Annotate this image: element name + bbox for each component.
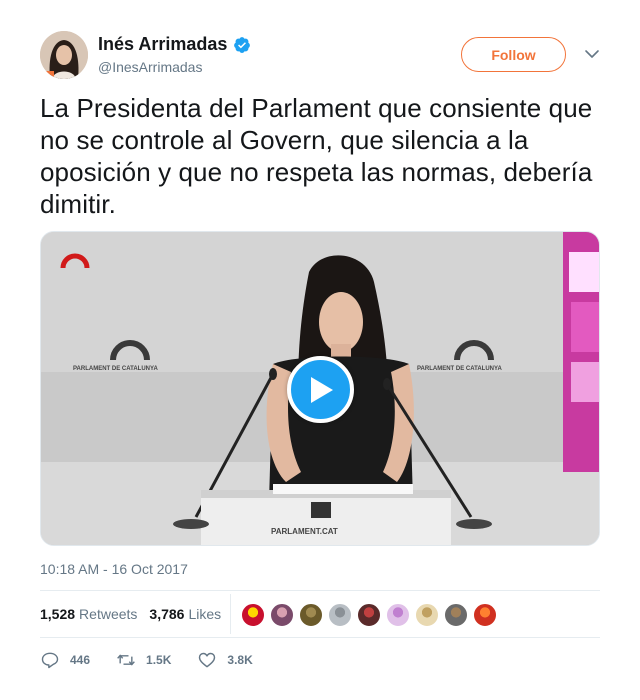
retweet-count: 1.5K [146,653,172,667]
liker-avatar[interactable] [444,603,468,627]
liker-avatar[interactable] [386,603,410,627]
backdrop-left-text: PARLAMENT DE CATALUNYA [73,366,158,372]
retweets-count: 1,528 [40,606,76,622]
backdrop-right-text: PARLAMENT DE CATALUNYA [417,366,502,372]
heart-icon [199,652,216,668]
retweet-icon [117,654,135,666]
likes-count: 3,786 [149,606,185,622]
tweet-timestamp[interactable]: 10:18 AM - 16 Oct 2017 [40,561,188,577]
reply-button[interactable]: 446 [40,650,90,670]
podium-text: PARLAMENT.CAT [271,527,338,536]
tweet-stats: 1,528 Retweets 3,786 Likes [40,603,233,625]
retweets-stat[interactable]: 1,528 Retweets [40,606,137,622]
user-handle[interactable]: @InesArrimadas [98,59,202,75]
liker-avatar[interactable] [299,603,323,627]
chevron-down-icon[interactable] [584,46,600,62]
reply-count: 446 [70,653,91,667]
play-button[interactable] [287,356,354,423]
play-icon [310,376,333,403]
retweet-button[interactable]: 1.5K [116,650,171,670]
liker-avatar[interactable] [357,603,381,627]
divider [40,637,600,638]
liker-avatar[interactable] [415,603,439,627]
liker-avatar[interactable] [270,603,294,627]
follow-button[interactable]: Follow [461,37,566,72]
retweets-label: Retweets [79,606,138,622]
liker-avatars [241,603,502,627]
reply-icon [41,652,59,669]
liker-avatar[interactable] [328,603,352,627]
display-name[interactable]: Inés Arrimadas [98,34,251,55]
tweet-text: La Presidenta del Parlament que consient… [40,93,593,219]
like-count: 3.8K [227,653,253,667]
video-player[interactable]: PARLAMENT DE CATALUNYA PARLAMENT DE CATA… [40,231,600,546]
likes-stat[interactable]: 3,786 Likes [149,606,221,622]
divider [40,590,600,591]
tweet-actions: 446 1.5K 3.8K [40,650,279,670]
verified-badge-icon [234,36,251,53]
display-name-text[interactable]: Inés Arrimadas [98,34,227,55]
liker-avatar[interactable] [473,603,497,627]
likes-label: Likes [188,606,222,622]
stats-separator [230,594,231,634]
like-button[interactable]: 3.8K [197,650,253,670]
avatar[interactable] [40,31,88,79]
liker-avatar[interactable] [241,603,265,627]
